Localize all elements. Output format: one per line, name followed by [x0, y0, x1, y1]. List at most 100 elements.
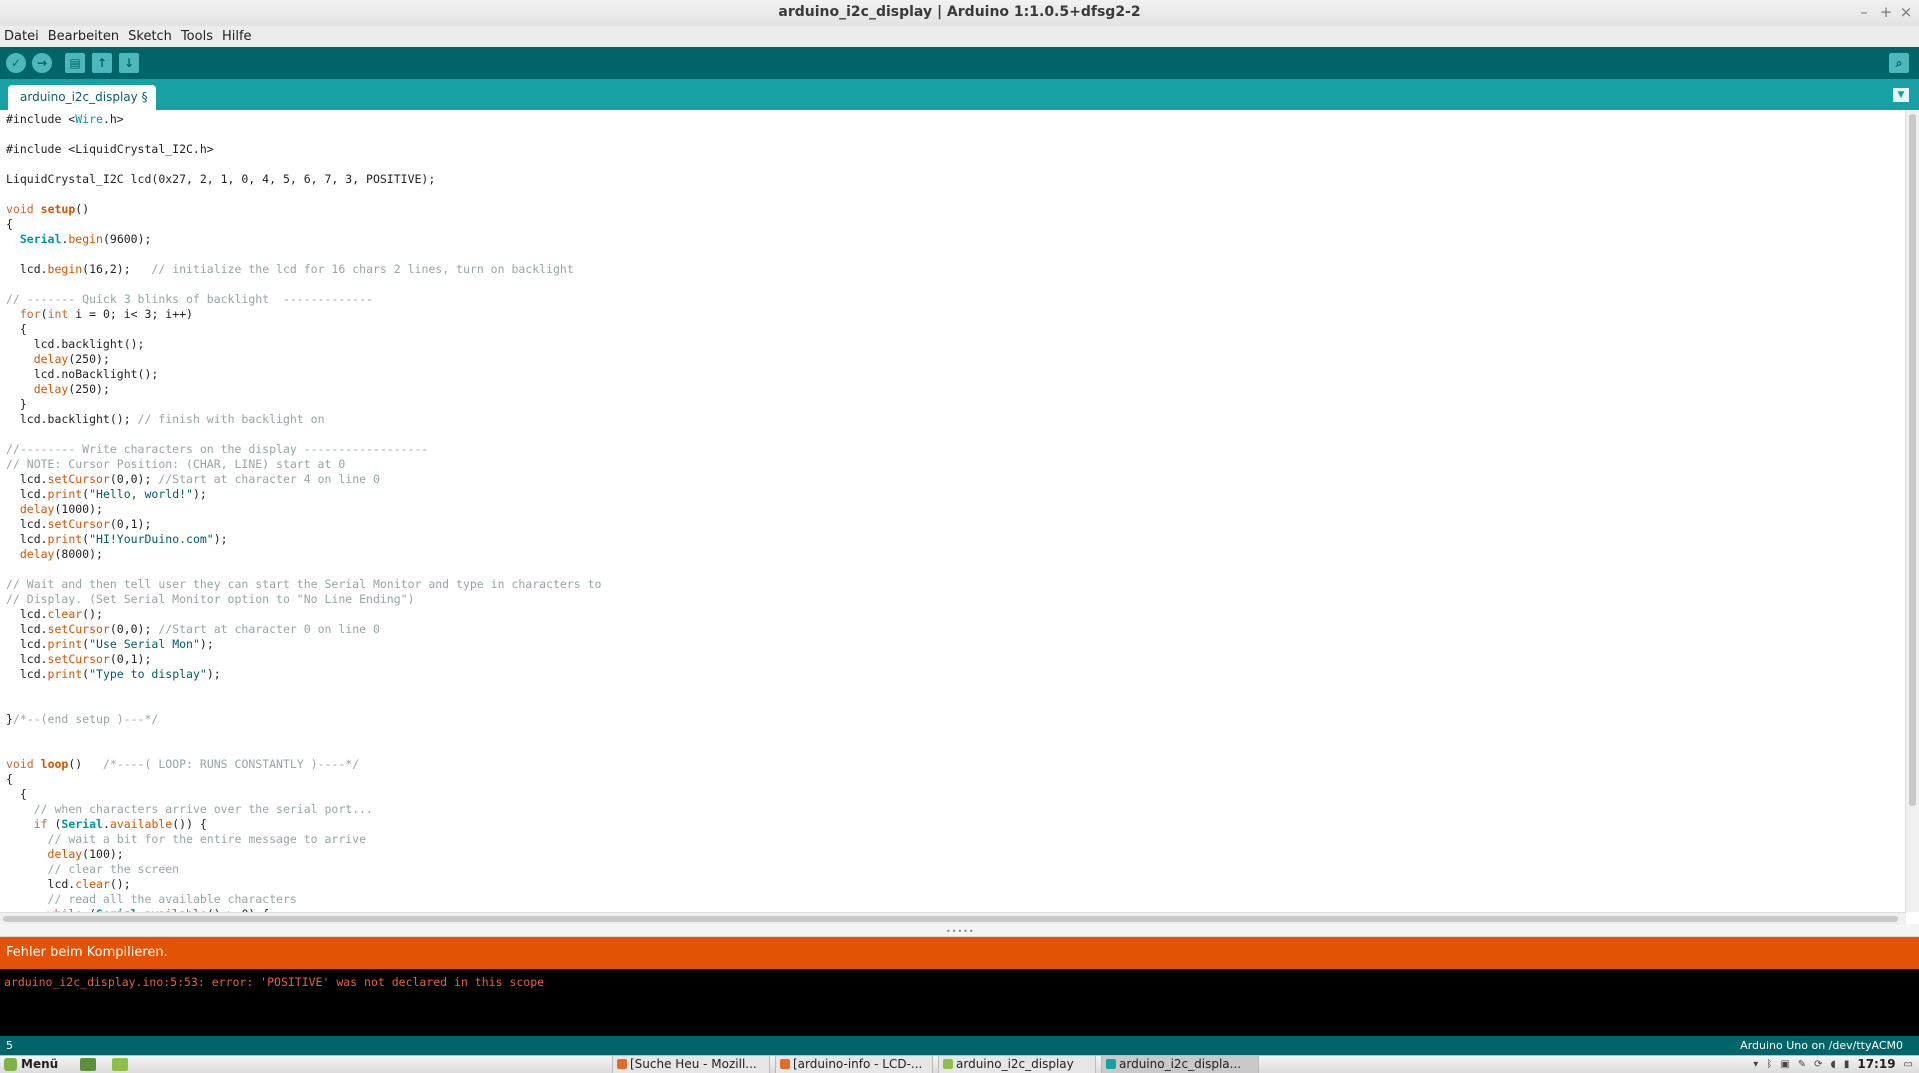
menu-bearbeiten[interactable]: Bearbeiten	[48, 29, 119, 44]
menu-hilfe[interactable]: Hilfe	[222, 29, 252, 44]
close-icon[interactable]: ×	[1897, 3, 1915, 21]
code-line[interactable]: lcd.setCursor(0,1);	[6, 652, 601, 667]
code-token: setCursor	[47, 472, 110, 486]
code-line[interactable]: #include <LiquidCrystal_I2C.h>	[6, 142, 601, 157]
save-sketch-button[interactable]: ↓	[119, 53, 139, 73]
code-line[interactable]: delay(100);	[6, 847, 601, 862]
code-line[interactable]: // read all the available characters	[6, 892, 601, 907]
code-token: lcd.	[6, 532, 48, 546]
code-line[interactable]	[6, 247, 601, 262]
code-token: ();	[82, 607, 103, 621]
code-line[interactable]: lcd.clear();	[6, 877, 601, 892]
desktop-icon[interactable]: ▭	[1904, 1056, 1913, 1073]
code-line[interactable]: lcd.print("Type to display");	[6, 667, 601, 682]
bluetooth-icon[interactable]: ᛒ	[1766, 1056, 1772, 1073]
maximize-icon[interactable]: +	[1877, 3, 1895, 21]
code-line[interactable]	[6, 727, 601, 742]
code-line[interactable]	[6, 157, 601, 172]
code-line[interactable]: // Wait and then tell user they can star…	[6, 577, 601, 592]
serial-monitor-button[interactable]: ⌕	[1889, 53, 1909, 73]
minimize-icon[interactable]: –	[1855, 3, 1873, 21]
code-line[interactable]: #include <Wire.h>	[6, 112, 601, 127]
menu-sketch[interactable]: Sketch	[128, 29, 172, 44]
menu-datei[interactable]: Datei	[4, 29, 39, 44]
network-icon[interactable]: ▾	[1753, 1056, 1758, 1073]
code-token: (250);	[68, 382, 110, 396]
code-line[interactable]	[6, 187, 601, 202]
code-line[interactable]: {	[6, 772, 601, 787]
code-line[interactable]	[6, 697, 601, 712]
code-line[interactable]	[6, 427, 601, 442]
code-line[interactable]: // when characters arrive over the seria…	[6, 802, 601, 817]
code-line[interactable]: // clear the screen	[6, 862, 601, 877]
code-token: );	[192, 487, 207, 501]
menu-tools[interactable]: Tools	[181, 29, 213, 44]
code-line[interactable]: {	[6, 787, 601, 802]
code-line[interactable]: lcd.setCursor(0,0); //Start at character…	[6, 472, 601, 487]
code-line[interactable]: // NOTE: Cursor Position: (CHAR, LINE) s…	[6, 457, 601, 472]
clipboard-icon[interactable]: ▣	[1780, 1056, 1789, 1073]
code-editor[interactable]: #include <Wire.h> #include <LiquidCrystal…	[0, 110, 1906, 912]
code-line[interactable]: lcd.noBacklight();	[6, 367, 601, 382]
code-line[interactable]: delay(250);	[6, 352, 601, 367]
code-line[interactable]: LiquidCrystal_I2C lcd(0x27, 2, 1, 0, 4, …	[6, 172, 601, 187]
code-line[interactable]: lcd.setCursor(0,1);	[6, 517, 601, 532]
code-line[interactable]: for(int i = 0; i< 3; i++)	[6, 307, 601, 322]
code-line[interactable]: delay(1000);	[6, 502, 601, 517]
files-launcher-icon[interactable]	[112, 1058, 128, 1071]
code-line[interactable]: {	[6, 217, 601, 232]
code-line[interactable]: lcd.clear();	[6, 607, 601, 622]
horizontal-scroll-thumb[interactable]	[3, 916, 1898, 922]
code-line[interactable]: lcd.print("HI!YourDuino.com");	[6, 532, 601, 547]
code-token: // ------- Quick 3 blinks of backlight -…	[6, 292, 373, 306]
open-sketch-button[interactable]: ↑	[92, 53, 112, 73]
code-line[interactable]: delay(250);	[6, 382, 601, 397]
code-line[interactable]	[6, 277, 601, 292]
code-line[interactable]	[6, 742, 601, 757]
code-line[interactable]: void setup()	[6, 202, 601, 217]
code-line[interactable]: lcd.backlight(); // finish with backligh…	[6, 412, 601, 427]
code-line[interactable]: void loop() /*----( LOOP: RUNS CONSTANTL…	[6, 757, 601, 772]
code-line[interactable]	[6, 562, 601, 577]
code-line[interactable]: lcd.print("Use Serial Mon");	[6, 637, 601, 652]
code-line[interactable]: }/*--(end setup )---*/	[6, 712, 601, 727]
code-line[interactable]: //-------- Write characters on the displ…	[6, 442, 601, 457]
taskbar-item-firefox-2[interactable]: [arduino-info - LCD-...	[775, 1056, 933, 1073]
split-divider[interactable]: •••••	[0, 924, 1919, 937]
start-menu-button[interactable]: Menü	[4, 1057, 58, 1071]
battery-icon[interactable]: ▮	[1844, 1056, 1850, 1073]
code-line[interactable]: lcd.backlight();	[6, 337, 601, 352]
taskbar-item-firefox-1[interactable]: [Suche Heu - Mozill...	[612, 1056, 770, 1073]
code-token: lcd.noBacklight();	[6, 367, 159, 381]
code-line[interactable]: lcd.setCursor(0,0); //Start at character…	[6, 622, 601, 637]
new-sketch-button[interactable]: ▤	[65, 53, 85, 73]
code-line[interactable]: // ------- Quick 3 blinks of backlight -…	[6, 292, 601, 307]
code-text[interactable]: #include <Wire.h> #include <LiquidCrystal…	[6, 112, 601, 912]
volume-icon[interactable]: ◖	[1831, 1056, 1836, 1073]
terminal-launcher-icon[interactable]	[80, 1058, 96, 1071]
code-line[interactable]: lcd.print("Hello, world!");	[6, 487, 601, 502]
update-icon[interactable]: ⟳	[1814, 1056, 1822, 1073]
verify-button[interactable]: ✓	[6, 53, 26, 73]
code-line[interactable]: }	[6, 397, 601, 412]
code-line[interactable]: Serial.begin(9600);	[6, 232, 601, 247]
upload-button[interactable]: →	[32, 53, 52, 73]
code-line[interactable]: if (Serial.available()) {	[6, 817, 601, 832]
code-line[interactable]	[6, 682, 601, 697]
taskbar-item-folder[interactable]: arduino_i2c_display	[938, 1056, 1096, 1073]
code-line[interactable]: // wait a bit for the entire message to …	[6, 832, 601, 847]
pen-icon[interactable]: ✎	[1798, 1056, 1806, 1073]
code-line[interactable]	[6, 127, 601, 142]
code-line[interactable]: {	[6, 322, 601, 337]
taskbar-item-arduino[interactable]: arduino_i2c_displa...	[1101, 1056, 1259, 1073]
code-line[interactable]: delay(8000);	[6, 547, 601, 562]
vertical-scrollbar[interactable]	[1905, 110, 1919, 912]
code-line[interactable]: // Display. (Set Serial Monitor option t…	[6, 592, 601, 607]
code-token: "Hello, world!"	[89, 487, 193, 501]
tab-menu-icon[interactable]: ▼	[1893, 88, 1909, 102]
tab-arduino-i2c-display[interactable]: arduino_i2c_display §	[8, 85, 156, 110]
folder-icon	[943, 1059, 953, 1069]
code-token: delay	[19, 547, 55, 561]
code-line[interactable]: lcd.begin(16,2); // initialize the lcd f…	[6, 262, 601, 277]
vertical-scroll-thumb[interactable]	[1909, 114, 1916, 806]
